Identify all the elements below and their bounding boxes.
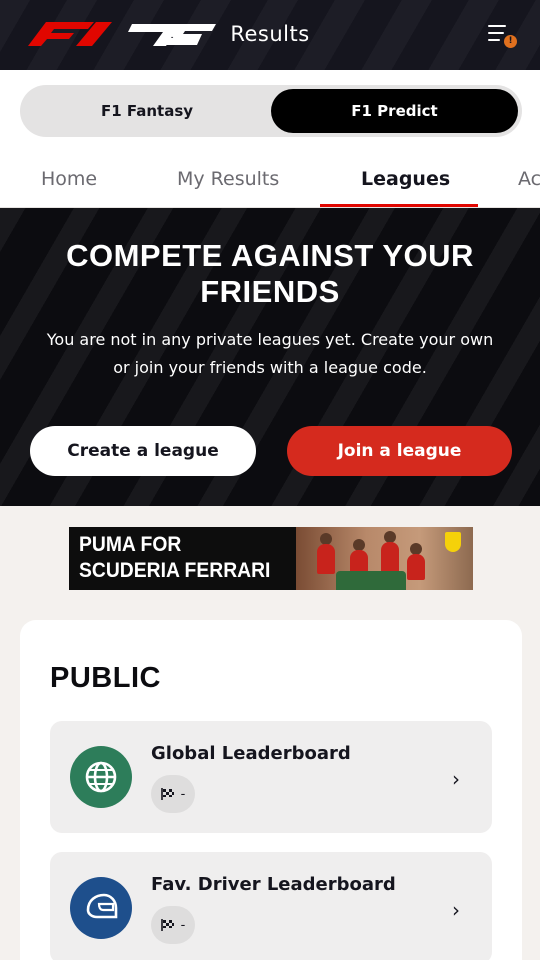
ad-text-line-2: SCUDERIA FERRARI <box>79 559 271 582</box>
public-leagues-card: PUBLIC Global Leaderboard - › Fav. Drive… <box>20 620 522 960</box>
hero-text-line-2: or join your friends with a league code. <box>113 358 427 377</box>
hero-text-line-1: You are not in any private leagues yet. … <box>46 330 494 349</box>
menu-line <box>488 25 506 27</box>
chevron-right-icon: › <box>452 767 460 791</box>
menu-line <box>488 39 500 41</box>
globe-icon <box>70 746 132 808</box>
tab-leagues[interactable]: Leagues <box>361 168 450 190</box>
tab-partial[interactable]: Ac <box>518 168 540 190</box>
league-position-pill: - <box>151 906 195 944</box>
hero-description: You are not in any private leagues yet. … <box>30 326 510 382</box>
ad-text: PUMA FOR SCUDERIA FERRARI <box>79 532 270 584</box>
create-league-button[interactable]: Create a league <box>30 426 256 476</box>
menu-line <box>488 32 504 34</box>
menu-button[interactable]: ! <box>486 22 518 52</box>
hero-title-line-1: COMPETE AGAINST YOUR <box>66 238 474 273</box>
league-row-fav-driver[interactable]: Fav. Driver Leaderboard - › <box>50 852 492 960</box>
notification-badge: ! <box>504 35 517 48</box>
hero-title-line-2: FRIENDS <box>200 274 340 309</box>
join-league-button[interactable]: Join a league <box>287 426 512 476</box>
ad-banner[interactable]: PUMA FOR SCUDERIA FERRARI <box>69 527 473 590</box>
chevron-right-icon: › <box>452 898 460 922</box>
league-name: Global Leaderboard <box>151 743 351 764</box>
tab-home[interactable]: Home <box>41 168 97 190</box>
page-title: Results <box>230 22 310 46</box>
checkered-flag-icon <box>160 788 174 800</box>
league-row-global[interactable]: Global Leaderboard - › <box>50 721 492 833</box>
ad-photo <box>296 527 473 590</box>
pool-table <box>336 571 406 590</box>
person-body <box>317 544 335 574</box>
public-section-title: PUBLIC <box>50 662 161 694</box>
f1-fantasy-tab[interactable]: F1 Fantasy <box>24 89 270 133</box>
person-body <box>381 542 399 574</box>
league-name: Fav. Driver Leaderboard <box>151 874 396 895</box>
product-switcher-area: F1 Fantasy F1 Predict <box>0 70 540 150</box>
league-position-pill: - <box>151 775 195 813</box>
ad-text-line-1: PUMA FOR <box>79 533 182 556</box>
tab-my-results[interactable]: My Results <box>177 168 279 190</box>
f1-predict-tab[interactable]: F1 Predict <box>271 89 518 133</box>
person-body <box>407 554 425 580</box>
section-tabs: Home My Results Leagues Ac <box>0 150 540 208</box>
product-switcher: F1 Fantasy F1 Predict <box>20 85 522 137</box>
hero-title: COMPETE AGAINST YOUR FRIENDS <box>20 238 520 310</box>
league-position-value: - <box>180 917 186 933</box>
checkered-flag-icon <box>160 919 174 931</box>
league-position-value: - <box>180 786 186 802</box>
ferrari-shield-icon <box>445 532 461 552</box>
leagues-hero: COMPETE AGAINST YOUR FRIENDS You are not… <box>0 208 540 506</box>
helmet-icon <box>70 877 132 939</box>
app-header: Results ! <box>0 0 540 70</box>
